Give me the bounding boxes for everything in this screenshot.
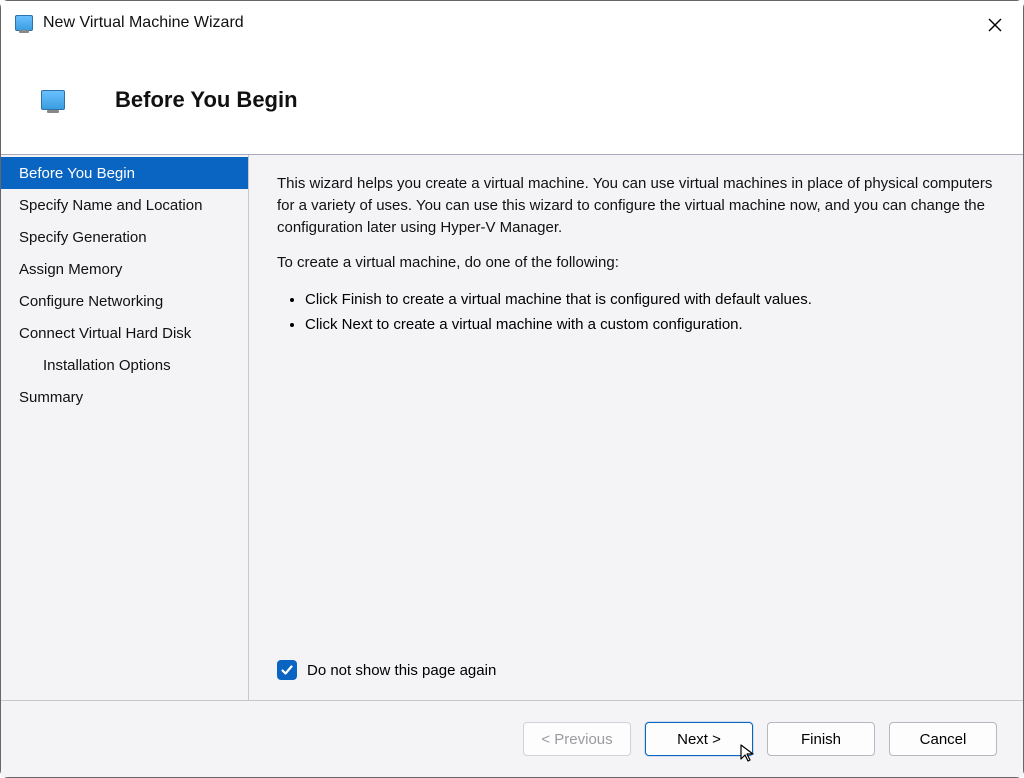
sidebar-item-label: Before You Begin [19, 165, 135, 182]
sidebar-item-1[interactable]: Specify Name and Location [1, 189, 248, 221]
sidebar-item-5[interactable]: Connect Virtual Hard Disk [1, 317, 248, 349]
sidebar-item-label: Summary [19, 389, 83, 406]
sidebar-item-7[interactable]: Summary [1, 381, 248, 413]
button-bar: < Previous Next > Finish Cancel [1, 701, 1023, 777]
sidebar-item-4[interactable]: Configure Networking [1, 285, 248, 317]
next-button-label: Next > [677, 731, 721, 748]
cursor-icon [738, 743, 758, 763]
sidebar-item-label: Installation Options [43, 357, 171, 374]
sidebar-item-label: Specify Generation [19, 229, 147, 246]
sidebar-item-label: Configure Networking [19, 293, 163, 310]
checkmark-icon [280, 663, 294, 677]
page-title: Before You Begin [115, 87, 298, 113]
wizard-body: Before You Begin Specify Name and Locatio… [1, 155, 1023, 701]
instruction-text: To create a virtual machine, do one of t… [277, 252, 995, 274]
bullet-item-1: Click Next to create a virtual machine w… [305, 313, 995, 336]
titlebar: New Virtual Machine Wizard [1, 1, 1023, 45]
next-button[interactable]: Next > [645, 722, 753, 756]
sidebar-item-0[interactable]: Before You Begin [1, 157, 248, 189]
sidebar-item-2[interactable]: Specify Generation [1, 221, 248, 253]
app-icon [15, 15, 33, 31]
bullet-item-0: Click Finish to create a virtual machine… [305, 288, 995, 311]
wizard-header: Before You Begin [1, 45, 1023, 155]
sidebar-item-label: Specify Name and Location [19, 197, 202, 214]
window-title: New Virtual Machine Wizard [43, 14, 244, 32]
do-not-show-label: Do not show this page again [307, 662, 496, 679]
sidebar-item-3[interactable]: Assign Memory [1, 253, 248, 285]
sidebar-item-6[interactable]: Installation Options [1, 349, 248, 381]
close-button[interactable] [979, 11, 1011, 39]
wizard-sidebar: Before You Begin Specify Name and Locatio… [1, 155, 249, 700]
close-icon [988, 18, 1002, 32]
finish-button[interactable]: Finish [767, 722, 875, 756]
do-not-show-row: Do not show this page again [277, 648, 995, 686]
intro-text: This wizard helps you create a virtual m… [277, 173, 995, 238]
wizard-icon [41, 90, 65, 110]
previous-button: < Previous [523, 722, 631, 756]
bullet-list: Click Finish to create a virtual machine… [277, 288, 995, 339]
cancel-button[interactable]: Cancel [889, 722, 997, 756]
sidebar-item-label: Connect Virtual Hard Disk [19, 325, 191, 342]
sidebar-item-label: Assign Memory [19, 261, 122, 278]
do-not-show-checkbox[interactable] [277, 660, 297, 680]
wizard-content: This wizard helps you create a virtual m… [249, 155, 1023, 700]
